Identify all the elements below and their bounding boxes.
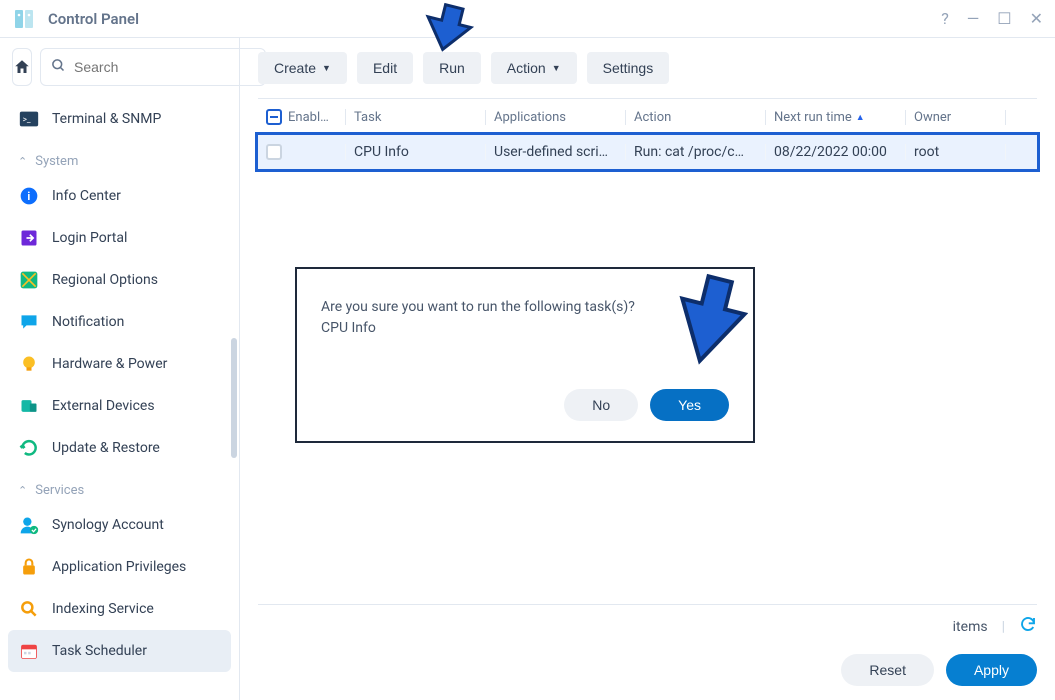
titlebar: Control Panel ? — ☐ ✕	[0, 0, 1055, 38]
settings-button[interactable]: Settings	[587, 52, 670, 84]
apply-button[interactable]: Apply	[946, 654, 1037, 686]
svg-text:i: i	[27, 190, 30, 203]
sidebar-item-label: External Devices	[52, 398, 155, 414]
sidebar-group-system[interactable]: ⌃ System	[8, 140, 231, 175]
search-input[interactable]	[74, 59, 255, 75]
sidebar-item-regional[interactable]: Regional Options	[8, 259, 231, 301]
dialog-no-button[interactable]: No	[564, 389, 638, 421]
create-button[interactable]: Create▼	[258, 52, 347, 84]
sidebar-item-label: Notification	[52, 314, 124, 330]
sidebar-item-terminal[interactable]: >_ Terminal & SNMP	[8, 98, 231, 140]
header-checkbox[interactable]	[266, 109, 282, 125]
help-icon[interactable]: ?	[941, 9, 949, 28]
sidebar-item-synology-account[interactable]: Synology Account	[8, 504, 231, 546]
cell-owner: root	[906, 144, 1006, 160]
sidebar-item-label: Update & Restore	[52, 440, 160, 456]
confirm-dialog: Are you sure you want to run the followi…	[295, 267, 755, 443]
bulb-icon	[18, 353, 40, 375]
col-task[interactable]: Task	[346, 110, 486, 125]
sidebar-group-services[interactable]: ⌃ Services	[8, 469, 231, 504]
toolbar: Create▼ Edit Run Action▼ Settings	[258, 52, 1037, 84]
chevron-up-icon: ⌃	[18, 484, 27, 497]
table-header: Enabl… Task Applications Action Next run…	[258, 99, 1037, 135]
close-icon[interactable]: ✕	[1030, 9, 1043, 28]
scrollbar-thumb[interactable]	[231, 338, 237, 458]
table-row[interactable]: CPU Info User-defined scri… Run: cat /pr…	[258, 135, 1037, 169]
sidebar-item-hardware-power[interactable]: Hardware & Power	[8, 343, 231, 385]
login-portal-icon	[18, 227, 40, 249]
edit-button[interactable]: Edit	[357, 52, 413, 84]
calendar-icon	[18, 640, 40, 662]
caret-down-icon: ▼	[322, 63, 331, 73]
search-field-wrap[interactable]	[40, 48, 266, 86]
home-button[interactable]	[12, 48, 32, 86]
sidebar-item-label: Indexing Service	[52, 601, 154, 617]
sidebar-item-label: Terminal & SNMP	[52, 111, 161, 127]
svg-text:>_: >_	[23, 115, 31, 125]
cell-task: CPU Info	[346, 144, 486, 160]
dialog-yes-button[interactable]: Yes	[650, 389, 729, 421]
sidebar-item-label: Synology Account	[52, 517, 164, 533]
search-service-icon	[18, 598, 40, 620]
cell-apps: User-defined scri…	[486, 144, 626, 160]
sidebar-item-external-devices[interactable]: External Devices	[8, 385, 231, 427]
col-enabled[interactable]: Enabl…	[258, 109, 346, 125]
sidebar-item-label: Login Portal	[52, 230, 127, 246]
app-icon	[12, 7, 36, 31]
sidebar-item-label: Regional Options	[52, 272, 158, 288]
sidebar-item-app-privileges[interactable]: Application Privileges	[8, 546, 231, 588]
devices-icon	[18, 395, 40, 417]
sidebar-item-notification[interactable]: Notification	[8, 301, 231, 343]
caret-down-icon: ▼	[552, 63, 561, 73]
sidebar-item-indexing[interactable]: Indexing Service	[8, 588, 231, 630]
sidebar-item-update-restore[interactable]: Update & Restore	[8, 427, 231, 469]
dialog-message: Are you sure you want to run the followi…	[321, 297, 729, 318]
sidebar-item-login-portal[interactable]: Login Portal	[8, 217, 231, 259]
chat-icon	[18, 311, 40, 333]
sidebar-item-info-center[interactable]: i Info Center	[8, 175, 231, 217]
reset-button[interactable]: Reset	[841, 654, 934, 686]
window-title: Control Panel	[48, 10, 139, 28]
account-icon	[18, 514, 40, 536]
dialog-detail: CPU Info	[321, 318, 729, 339]
row-checkbox[interactable]	[266, 144, 282, 160]
lock-icon	[18, 556, 40, 578]
col-next-run[interactable]: Next run time▲	[766, 110, 906, 125]
maximize-icon[interactable]: ☐	[997, 9, 1011, 28]
info-icon: i	[18, 185, 40, 207]
sidebar: >_ Terminal & SNMP ⌃ System i Info Cente…	[0, 38, 240, 700]
refresh-button[interactable]	[1019, 615, 1037, 638]
sidebar-item-task-scheduler[interactable]: Task Scheduler	[8, 630, 231, 672]
cell-next: 08/22/2022 00:00	[766, 144, 906, 160]
sort-asc-icon: ▲	[856, 112, 865, 123]
col-owner[interactable]: Owner	[906, 110, 1006, 125]
table-footer: items |	[258, 604, 1037, 638]
sidebar-item-label: Application Privileges	[52, 559, 186, 575]
action-bar: Reset Apply	[258, 654, 1037, 686]
sidebar-item-label: Info Center	[52, 188, 121, 204]
sidebar-item-label: Hardware & Power	[52, 356, 167, 372]
chevron-up-icon: ⌃	[18, 155, 27, 168]
items-label: items	[953, 619, 988, 635]
action-button[interactable]: Action▼	[491, 52, 577, 84]
sidebar-item-label: Task Scheduler	[52, 643, 147, 659]
run-button[interactable]: Run	[423, 52, 481, 84]
minimize-icon[interactable]: —	[967, 9, 980, 28]
col-apps[interactable]: Applications	[486, 110, 626, 125]
col-action[interactable]: Action	[626, 110, 766, 125]
search-icon	[51, 58, 66, 77]
terminal-icon: >_	[18, 108, 40, 130]
globe-icon	[18, 269, 40, 291]
cell-action: Run: cat /proc/c…	[626, 144, 766, 160]
refresh-icon	[18, 437, 40, 459]
